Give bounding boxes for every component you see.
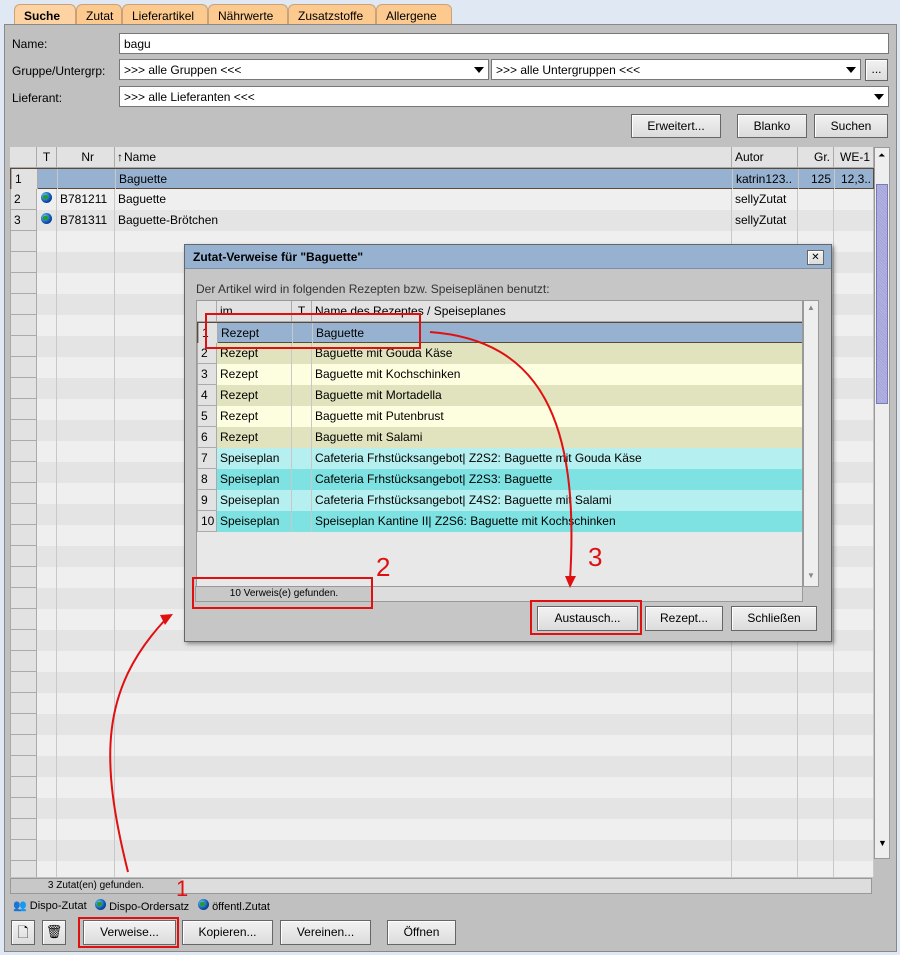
highlight-first-row (205, 313, 421, 349)
arrowhead-3 (565, 576, 576, 588)
annotation-overlay: 1 2 3 (78, 313, 642, 948)
highlight-references-button (78, 917, 179, 948)
arrow-3 (429, 331, 573, 581)
annotation-3: 3 (588, 542, 602, 572)
arrow-1 (109, 619, 166, 873)
highlight-dialog-status (192, 577, 373, 609)
annotation-2: 2 (376, 552, 390, 582)
annotation-1: 1 (176, 876, 188, 901)
highlight-exchange-button (530, 600, 642, 635)
